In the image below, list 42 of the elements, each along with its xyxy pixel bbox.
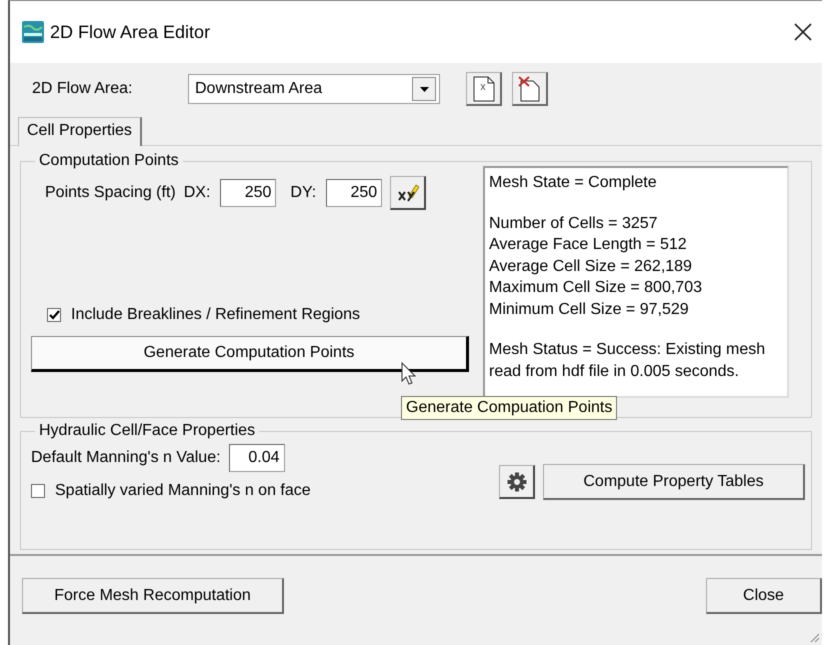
group-title: Hydraulic Cell/Face Properties (38, 422, 256, 440)
mesh-info-line: Minimum Cell Size = 97,529 (489, 300, 690, 320)
xy-pencil-icon (396, 182, 419, 202)
close-button[interactable]: Close (706, 578, 822, 614)
dy-field[interactable]: 250 (326, 179, 382, 207)
mesh-info-line: Average Cell Size = 262,189 (489, 256, 693, 276)
delete-file-button[interactable] (512, 72, 548, 106)
checkbox[interactable] (47, 308, 61, 322)
cursor-icon (401, 362, 417, 386)
flow-area-label: 2D Flow Area: (32, 80, 134, 98)
checkbox[interactable] (31, 484, 45, 498)
close-icon[interactable] (794, 23, 812, 41)
flow-area-dropdown[interactable]: Downstream Area (188, 74, 440, 104)
dx-label: DX: (184, 184, 210, 202)
mesh-info-line: Number of Cells = 3257 (489, 214, 659, 234)
dropdown-arrow-icon (420, 86, 428, 92)
app-icon (22, 21, 44, 43)
mesh-info-line: Maximum Cell Size = 800,703 (489, 278, 703, 298)
document-delete-icon (518, 76, 542, 102)
mesh-info-line: Mesh Status = Success: Existing mesh (489, 340, 766, 360)
group-title: Computation Points (38, 152, 180, 170)
spacing-label: Points Spacing (ft) (45, 184, 176, 202)
settings-button[interactable] (499, 465, 535, 499)
dx-field[interactable]: 250 (220, 179, 276, 207)
tab[interactable]: Cell Properties (18, 117, 142, 146)
checkbox-label: Spatially varied Manning's n on face (55, 482, 311, 500)
mannings-label: Default Manning's n Value: (31, 449, 221, 467)
mesh-info-line: Average Face Length = 512 (489, 235, 688, 255)
mesh-info-line: Mesh State = Complete (489, 173, 658, 193)
window-title: 2D Flow Area Editor (50, 22, 212, 42)
xy-edit-button[interactable] (390, 176, 426, 210)
tooltip: Generate Compuation Points (401, 396, 618, 420)
dy-label: DY: (290, 184, 316, 202)
mannings-field[interactable]: 0.04 (228, 444, 285, 472)
checkbox-label: Include Breaklines / Refinement Regions (71, 306, 360, 324)
resize-grip-icon[interactable] (808, 631, 820, 643)
mesh-info-line: read from hdf file in 0.005 seconds. (489, 362, 740, 382)
new-file-button[interactable] (466, 72, 502, 106)
compute-tables-button[interactable]: Compute Property Tables (543, 464, 805, 500)
document-icon (472, 76, 494, 102)
force-recompute-button[interactable]: Force Mesh Recomputation (22, 578, 284, 614)
generate-points-button[interactable]: Generate Computation Points (31, 336, 469, 372)
